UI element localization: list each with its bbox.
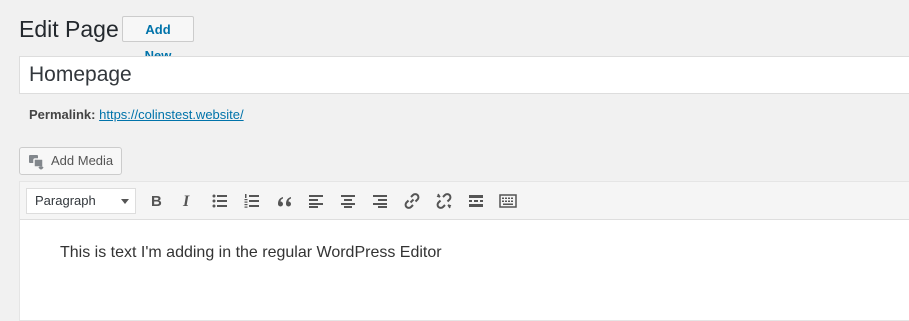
- align-right-icon[interactable]: [368, 189, 392, 213]
- insert-link-icon[interactable]: [400, 189, 424, 213]
- remove-link-icon[interactable]: [432, 189, 456, 213]
- content-editor[interactable]: Paragraph B I This is text I'm adding in…: [19, 181, 909, 321]
- permalink-label: Permalink:: [29, 107, 96, 122]
- toolbar-toggle-icon[interactable]: [496, 189, 520, 213]
- editor-toolbar: Paragraph B I: [20, 182, 909, 220]
- align-center-icon[interactable]: [336, 189, 360, 213]
- numbered-list-icon[interactable]: [240, 189, 264, 213]
- align-left-icon[interactable]: [304, 189, 328, 213]
- svg-text:I: I: [182, 193, 190, 209]
- permalink-row: Permalink: https://colinstest.website/: [29, 106, 244, 124]
- bulleted-list-icon[interactable]: [208, 189, 232, 213]
- page-title: Edit Page: [19, 16, 119, 42]
- add-media-button[interactable]: Add Media: [19, 147, 122, 175]
- svg-text:B: B: [151, 193, 162, 209]
- chevron-down-icon: [121, 199, 129, 204]
- blockquote-icon[interactable]: [272, 189, 296, 213]
- media-icon: [28, 153, 46, 179]
- bold-icon[interactable]: B: [144, 189, 168, 213]
- format-select[interactable]: Paragraph: [26, 188, 136, 214]
- add-media-label: Add Media: [51, 153, 114, 168]
- format-select-value: Paragraph: [35, 193, 96, 208]
- post-title-input[interactable]: Homepage: [19, 56, 909, 94]
- add-new-button[interactable]: Add New: [122, 16, 194, 63]
- italic-icon[interactable]: I: [175, 189, 199, 213]
- editor-content-text[interactable]: This is text I'm adding in the regular W…: [60, 242, 442, 264]
- read-more-icon[interactable]: [464, 189, 488, 213]
- permalink-link[interactable]: https://colinstest.website/: [99, 107, 244, 122]
